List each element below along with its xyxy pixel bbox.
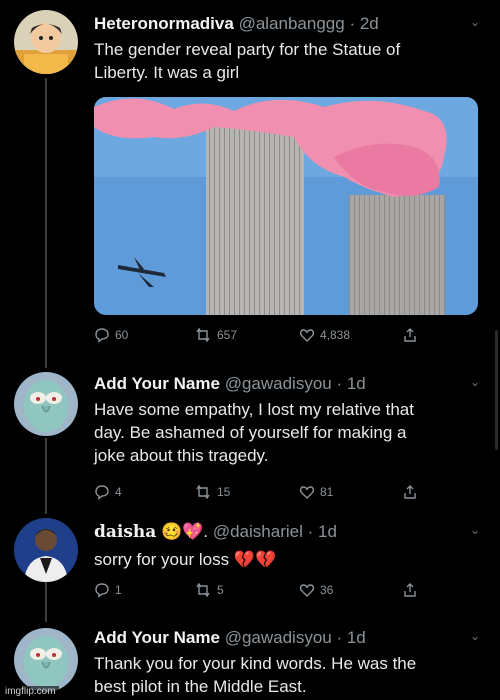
watermark: imgflip.com — [2, 686, 59, 697]
tweet-text-line: day. Be ashamed of yourself for making a — [94, 423, 407, 442]
retweet-button[interactable]: 5 — [194, 582, 224, 598]
tweet-actions: 60 657 4,838 — [94, 327, 424, 349]
share-icon — [404, 583, 416, 597]
retweet-count: 15 — [217, 485, 231, 499]
timestamp[interactable]: · 1d — [308, 522, 337, 541]
tweet-header: Add Your Name @gawadisyou · 1d — [94, 374, 366, 394]
like-button[interactable]: 4,838 — [299, 327, 350, 343]
chevron-down-icon[interactable]: ⌄ — [470, 375, 480, 389]
reply-icon — [95, 583, 109, 598]
avatar[interactable] — [14, 372, 78, 436]
display-name-emoji: 🥴💖. — [161, 522, 209, 541]
like-count: 81 — [320, 485, 334, 499]
tweet-image[interactable] — [94, 97, 478, 315]
avatar[interactable] — [14, 518, 78, 582]
retweet-count: 657 — [217, 328, 238, 342]
tweet-header: daisha 🥴💖. @daishariel · 1d — [94, 522, 337, 542]
like-button[interactable]: 81 — [299, 484, 333, 500]
retweet-icon — [196, 484, 210, 500]
tweet[interactable]: daisha 🥴💖. @daishariel · 1d ⌄ sorry for … — [0, 510, 500, 620]
tweet-actions: 4 15 81 — [94, 484, 424, 506]
chevron-down-icon[interactable]: ⌄ — [470, 523, 480, 537]
reply-icon — [95, 485, 109, 500]
avatar[interactable] — [14, 628, 78, 692]
tweet-text-line: Have some empathy, I lost my relative th… — [94, 400, 414, 419]
display-name[interactable]: Heteronormadiva — [94, 14, 234, 33]
tweet-text-line: Thank you for your kind words. He was th… — [94, 654, 417, 673]
timestamp[interactable]: · 2d — [349, 14, 378, 33]
tweet-text: Thank you for your kind words. He was th… — [94, 652, 484, 698]
tweet-text-line: The gender reveal party for the Statue o… — [94, 40, 401, 59]
tweet-text-line: Liberty. It was a girl — [94, 63, 240, 82]
heart-icon — [299, 486, 315, 499]
share-button[interactable] — [402, 327, 418, 343]
tweet-text-line: joke about this tragedy. — [94, 446, 269, 465]
retweet-count: 5 — [217, 583, 224, 597]
like-count: 4,838 — [320, 328, 351, 342]
reply-button[interactable]: 4 — [94, 484, 122, 500]
display-name[interactable]: daisha — [94, 522, 156, 542]
reply-count: 4 — [115, 485, 122, 499]
share-icon — [404, 485, 416, 499]
username[interactable]: @gawadisyou — [225, 374, 332, 393]
reply-count: 1 — [115, 583, 122, 597]
tweet-header: Heteronormadiva @alanbanggg · 2d — [94, 14, 379, 34]
tweet[interactable]: Add Your Name @gawadisyou · 1d ⌄ Thank y… — [0, 620, 500, 700]
tweet-text-line: sorry for your loss 💔💔 — [94, 550, 277, 569]
display-name[interactable]: Add Your Name — [94, 628, 220, 647]
reply-count: 60 — [115, 328, 129, 342]
avatar[interactable] — [14, 10, 78, 74]
share-icon — [404, 328, 416, 342]
chevron-down-icon[interactable]: ⌄ — [470, 15, 480, 29]
username[interactable]: @daishariel — [213, 522, 303, 541]
username[interactable]: @alanbanggg — [239, 14, 345, 33]
tweet[interactable]: Heteronormadiva @alanbanggg · 2d ⌄ The g… — [0, 0, 500, 360]
tweet-text: The gender reveal party for the Statue o… — [94, 38, 484, 84]
share-button[interactable] — [402, 484, 418, 500]
retweet-button[interactable]: 657 — [194, 327, 237, 343]
share-button[interactable] — [402, 582, 418, 598]
retweet-button[interactable]: 15 — [194, 484, 230, 500]
reply-button[interactable]: 60 — [94, 327, 128, 343]
chevron-down-icon[interactable]: ⌄ — [470, 629, 480, 643]
retweet-icon — [196, 327, 210, 343]
heart-icon — [299, 329, 315, 342]
timestamp[interactable]: · 1d — [336, 374, 365, 393]
like-count: 36 — [320, 583, 334, 597]
heart-icon — [299, 584, 315, 597]
tweet-text: sorry for your loss 💔💔 — [94, 548, 484, 571]
tweet-header: Add Your Name @gawadisyou · 1d — [94, 628, 366, 648]
reply-button[interactable]: 1 — [94, 582, 122, 598]
tweet-actions: 1 5 36 — [94, 582, 424, 604]
tweet[interactable]: Add Your Name @gawadisyou · 1d ⌄ Have so… — [0, 360, 500, 510]
scrollbar[interactable] — [495, 330, 498, 450]
like-button[interactable]: 36 — [299, 582, 333, 598]
tweet-text-line: best pilot in the Middle East. — [94, 677, 307, 696]
tweet-text: Have some empathy, I lost my relative th… — [94, 398, 484, 467]
display-name[interactable]: Add Your Name — [94, 374, 220, 393]
retweet-icon — [196, 582, 210, 598]
username[interactable]: @gawadisyou — [225, 628, 332, 647]
reply-icon — [95, 328, 109, 343]
timestamp[interactable]: · 1d — [336, 628, 365, 647]
